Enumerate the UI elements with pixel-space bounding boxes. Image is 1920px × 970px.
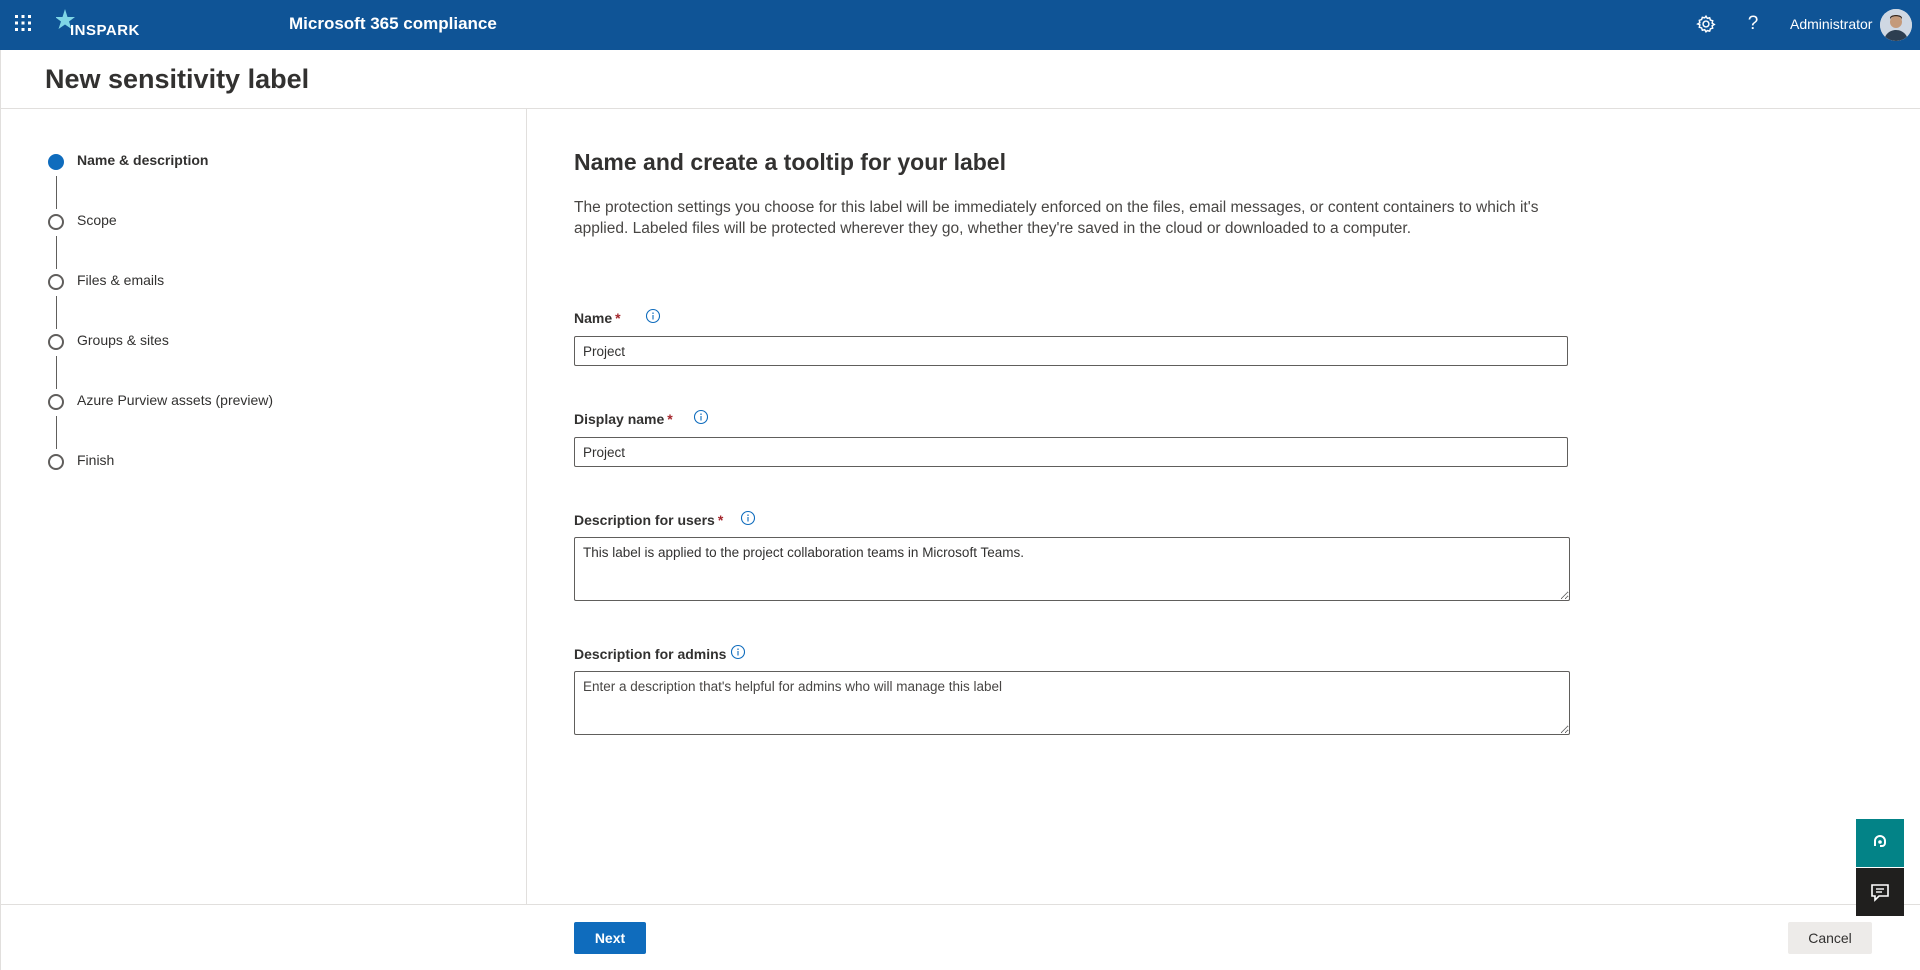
feedback-icon — [1871, 884, 1889, 902]
description-users-field-label: Description for users * — [574, 512, 723, 528]
question-icon[interactable]: ? — [1742, 13, 1764, 35]
step-pending-indicator-icon — [48, 454, 64, 470]
step-label: Azure Purview assets (preview) — [77, 392, 274, 408]
step-pending-indicator-icon — [48, 334, 64, 350]
step-connector — [56, 356, 57, 389]
avatar[interactable] — [1880, 9, 1912, 41]
section-description: The protection settings you choose for t… — [574, 199, 1539, 237]
step-label: Files & emails — [77, 272, 165, 288]
step-connector — [56, 236, 57, 269]
required-mark: * — [717, 512, 724, 528]
step-label: Scope — [77, 212, 117, 228]
name-label-text: Name — [574, 310, 613, 326]
info-icon[interactable] — [693, 409, 709, 425]
step-connector — [56, 296, 57, 329]
user-photo-icon — [1880, 9, 1912, 41]
headset-help-icon — [1874, 835, 1886, 847]
cancel-button[interactable]: Cancel — [1788, 922, 1872, 954]
description-admins-label-text: Description for admins — [574, 646, 727, 662]
info-icon[interactable] — [740, 510, 756, 526]
top-bar: INSPARK Microsoft 365 compliance ? Admin… — [0, 0, 1920, 50]
gear-icon[interactable] — [1695, 13, 1717, 35]
display-name-field-label: Display name * — [574, 411, 673, 427]
user-name[interactable]: Administrator — [1790, 16, 1872, 32]
description-users-textarea[interactable]: This label is applied to the project col… — [574, 537, 1570, 601]
next-button[interactable]: Next — [574, 922, 646, 954]
step-connector — [56, 176, 57, 209]
wizard-steps-panel — [0, 109, 527, 904]
feedback-float-button[interactable] — [1856, 868, 1904, 916]
required-mark: * — [615, 310, 621, 326]
logo-text: INSPARK — [70, 22, 140, 39]
page-header: New sensitivity label — [0, 50, 1920, 109]
description-admins-field-label: Description for admins — [574, 646, 726, 662]
info-icon[interactable] — [730, 644, 746, 660]
help-float-button[interactable] — [1856, 819, 1904, 867]
step-label: Groups & sites — [77, 332, 169, 348]
app-launcher-icon[interactable] — [14, 14, 32, 32]
name-field-label: Name * — [574, 310, 621, 326]
section-heading: Name and create a tooltip for your label — [574, 149, 1006, 175]
display-name-input[interactable] — [574, 437, 1568, 467]
wizard-footer — [0, 904, 1920, 970]
page-title: New sensitivity label — [45, 64, 310, 94]
name-input[interactable] — [574, 336, 1568, 366]
info-icon[interactable] — [645, 308, 661, 324]
step-pending-indicator-icon — [48, 394, 64, 410]
step-current-indicator-icon — [48, 154, 64, 170]
description-users-label-text: Description for users — [574, 512, 715, 528]
display-name-label-text: Display name — [574, 411, 665, 427]
step-label: Finish — [77, 452, 115, 468]
step-pending-indicator-icon — [48, 214, 64, 230]
description-admins-textarea[interactable] — [574, 671, 1570, 735]
step-pending-indicator-icon — [48, 274, 64, 290]
required-mark: * — [667, 411, 673, 427]
app-title[interactable]: Microsoft 365 compliance — [289, 14, 497, 34]
step-connector — [56, 416, 57, 449]
step-label: Name & description — [77, 152, 209, 168]
